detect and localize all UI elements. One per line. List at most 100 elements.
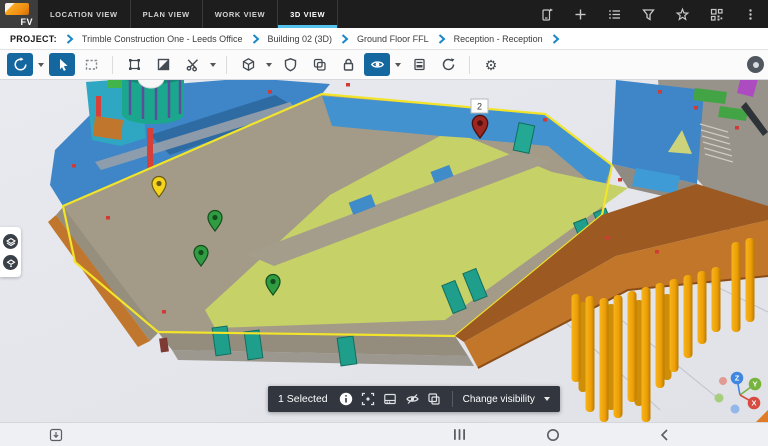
axis-negative-z[interactable] [731,405,740,414]
select-tool-button[interactable] [49,53,75,76]
toolbar-divider [469,56,470,74]
qr-scan-icon[interactable] [708,6,724,22]
screen-capture-icon[interactable] [48,427,63,442]
layers-icon [6,237,16,247]
tab-label: 3D VIEW [290,10,325,19]
axis-z[interactable]: Z [731,372,744,385]
orbit-icon [12,56,29,73]
window-icon[interactable] [383,392,398,407]
tab-work-view[interactable]: WORK VIEW [202,0,277,28]
chevron-right-icon [436,33,447,45]
tab-label: WORK VIEW [215,10,265,19]
axis-x[interactable]: X [748,397,761,410]
back-icon[interactable] [657,427,672,442]
svg-text:Y: Y [752,380,757,389]
axis-y[interactable]: Y [749,378,762,391]
selection-count: 1 Selected [278,393,328,405]
stack-button[interactable] [3,255,18,270]
orbit-tool-button[interactable] [7,53,33,76]
overlap-squares-icon [311,56,328,73]
tab-3d-view[interactable]: 3D VIEW [277,0,338,28]
add-icon[interactable] [572,6,588,22]
change-visibility-button[interactable]: Change visibility [463,394,535,405]
duplicate-icon[interactable] [427,392,442,407]
calculator-icon [411,56,428,73]
visibility-dropdown-caret[interactable] [395,63,401,67]
breadcrumb-item-room[interactable]: Reception - Reception [454,34,543,44]
app-window: FV LOCATION VIEW PLAN VIEW WORK VIEW 3D … [0,0,768,446]
list-view-icon[interactable] [606,6,622,22]
clash-tool-button[interactable] [306,53,332,76]
contrast-icon [155,56,172,73]
tab-location-view[interactable]: LOCATION VIEW [37,0,130,28]
refresh-button[interactable] [435,53,461,76]
shield-tool-button[interactable] [277,53,303,76]
model-views-button[interactable] [235,53,261,76]
section-cut-dropdown-caret[interactable] [210,63,216,67]
layer-panel [0,227,21,277]
toolbar-divider [112,56,113,74]
main-tabs: LOCATION VIEW PLAN VIEW WORK VIEW 3D VIE… [37,0,338,28]
overflow-menu-icon[interactable] [742,6,758,22]
cursor-icon [54,56,71,73]
app-logo-text: FV [20,17,33,27]
3d-viewport: 2 1 Selected [0,80,768,422]
chevron-right-icon [339,33,350,45]
toolbar-divider [226,56,227,74]
lock-icon [340,56,357,73]
svg-text:Z: Z [735,374,740,383]
filter-icon[interactable] [640,6,656,22]
scissors-icon [184,56,201,73]
crop-box-button[interactable] [121,53,147,76]
breadcrumb-item-project[interactable]: Trimble Construction One - Leeds Office [82,34,243,44]
favorites-icon[interactable] [674,6,690,22]
hide-icon[interactable] [405,392,420,407]
contrast-tool-button[interactable] [150,53,176,76]
refresh-icon [440,56,457,73]
zoom-fit-icon[interactable] [361,392,376,407]
resize-corner-handle[interactable] [756,410,768,422]
selection-action-bar: 1 Selected Change visibility [268,386,560,412]
lock-tool-button[interactable] [335,53,361,76]
panel-collapse-button[interactable] [747,56,764,73]
curtain-wall-cylinder [122,80,184,124]
orbit-dropdown-caret[interactable] [38,63,44,67]
marquee-select-button[interactable] [78,53,104,76]
model-canvas[interactable]: 2 [0,80,768,422]
eye-icon [369,56,386,73]
tab-label: LOCATION VIEW [50,10,118,19]
axis-negative-y[interactable] [715,394,724,403]
system-nav-bar [0,422,768,446]
chevron-right-icon [550,33,561,45]
fieldview-logo-icon [5,3,29,15]
tab-plan-view[interactable]: PLAN VIEW [130,0,202,28]
marquee-icon [83,56,100,73]
svg-text:X: X [751,399,756,408]
selection-bar-divider [452,391,453,407]
axis-negative-x[interactable] [719,377,727,385]
pin-count-badge: 2 [471,99,488,113]
calculator-tool-button[interactable] [406,53,432,76]
settings-button[interactable]: ⚙ [478,53,504,76]
topbar-actions [538,0,768,28]
3d-toolbar: ⚙ [0,50,768,80]
home-icon[interactable] [545,427,560,442]
section-cut-button[interactable] [179,53,205,76]
recents-icon[interactable] [452,427,467,442]
info-icon[interactable] [339,392,354,407]
layers-button[interactable] [3,234,18,249]
breadcrumb-item-floor[interactable]: Ground Floor FFL [357,34,429,44]
app-logo: FV [0,0,37,28]
tab-label: PLAN VIEW [143,10,190,19]
model-views-dropdown-caret[interactable] [266,63,272,67]
svg-text:2: 2 [477,102,482,112]
chevron-right-icon [64,33,75,45]
crop-frame-icon [126,56,143,73]
sync-device-icon[interactable] [538,6,554,22]
cube-icon [240,56,257,73]
breadcrumb-item-building[interactable]: Building 02 (3D) [268,34,333,44]
visibility-tool-button[interactable] [364,53,390,76]
breadcrumb-project-label: PROJECT: [10,34,57,44]
breadcrumb: PROJECT: Trimble Construction One - Leed… [0,28,768,50]
change-visibility-caret[interactable] [544,397,550,401]
